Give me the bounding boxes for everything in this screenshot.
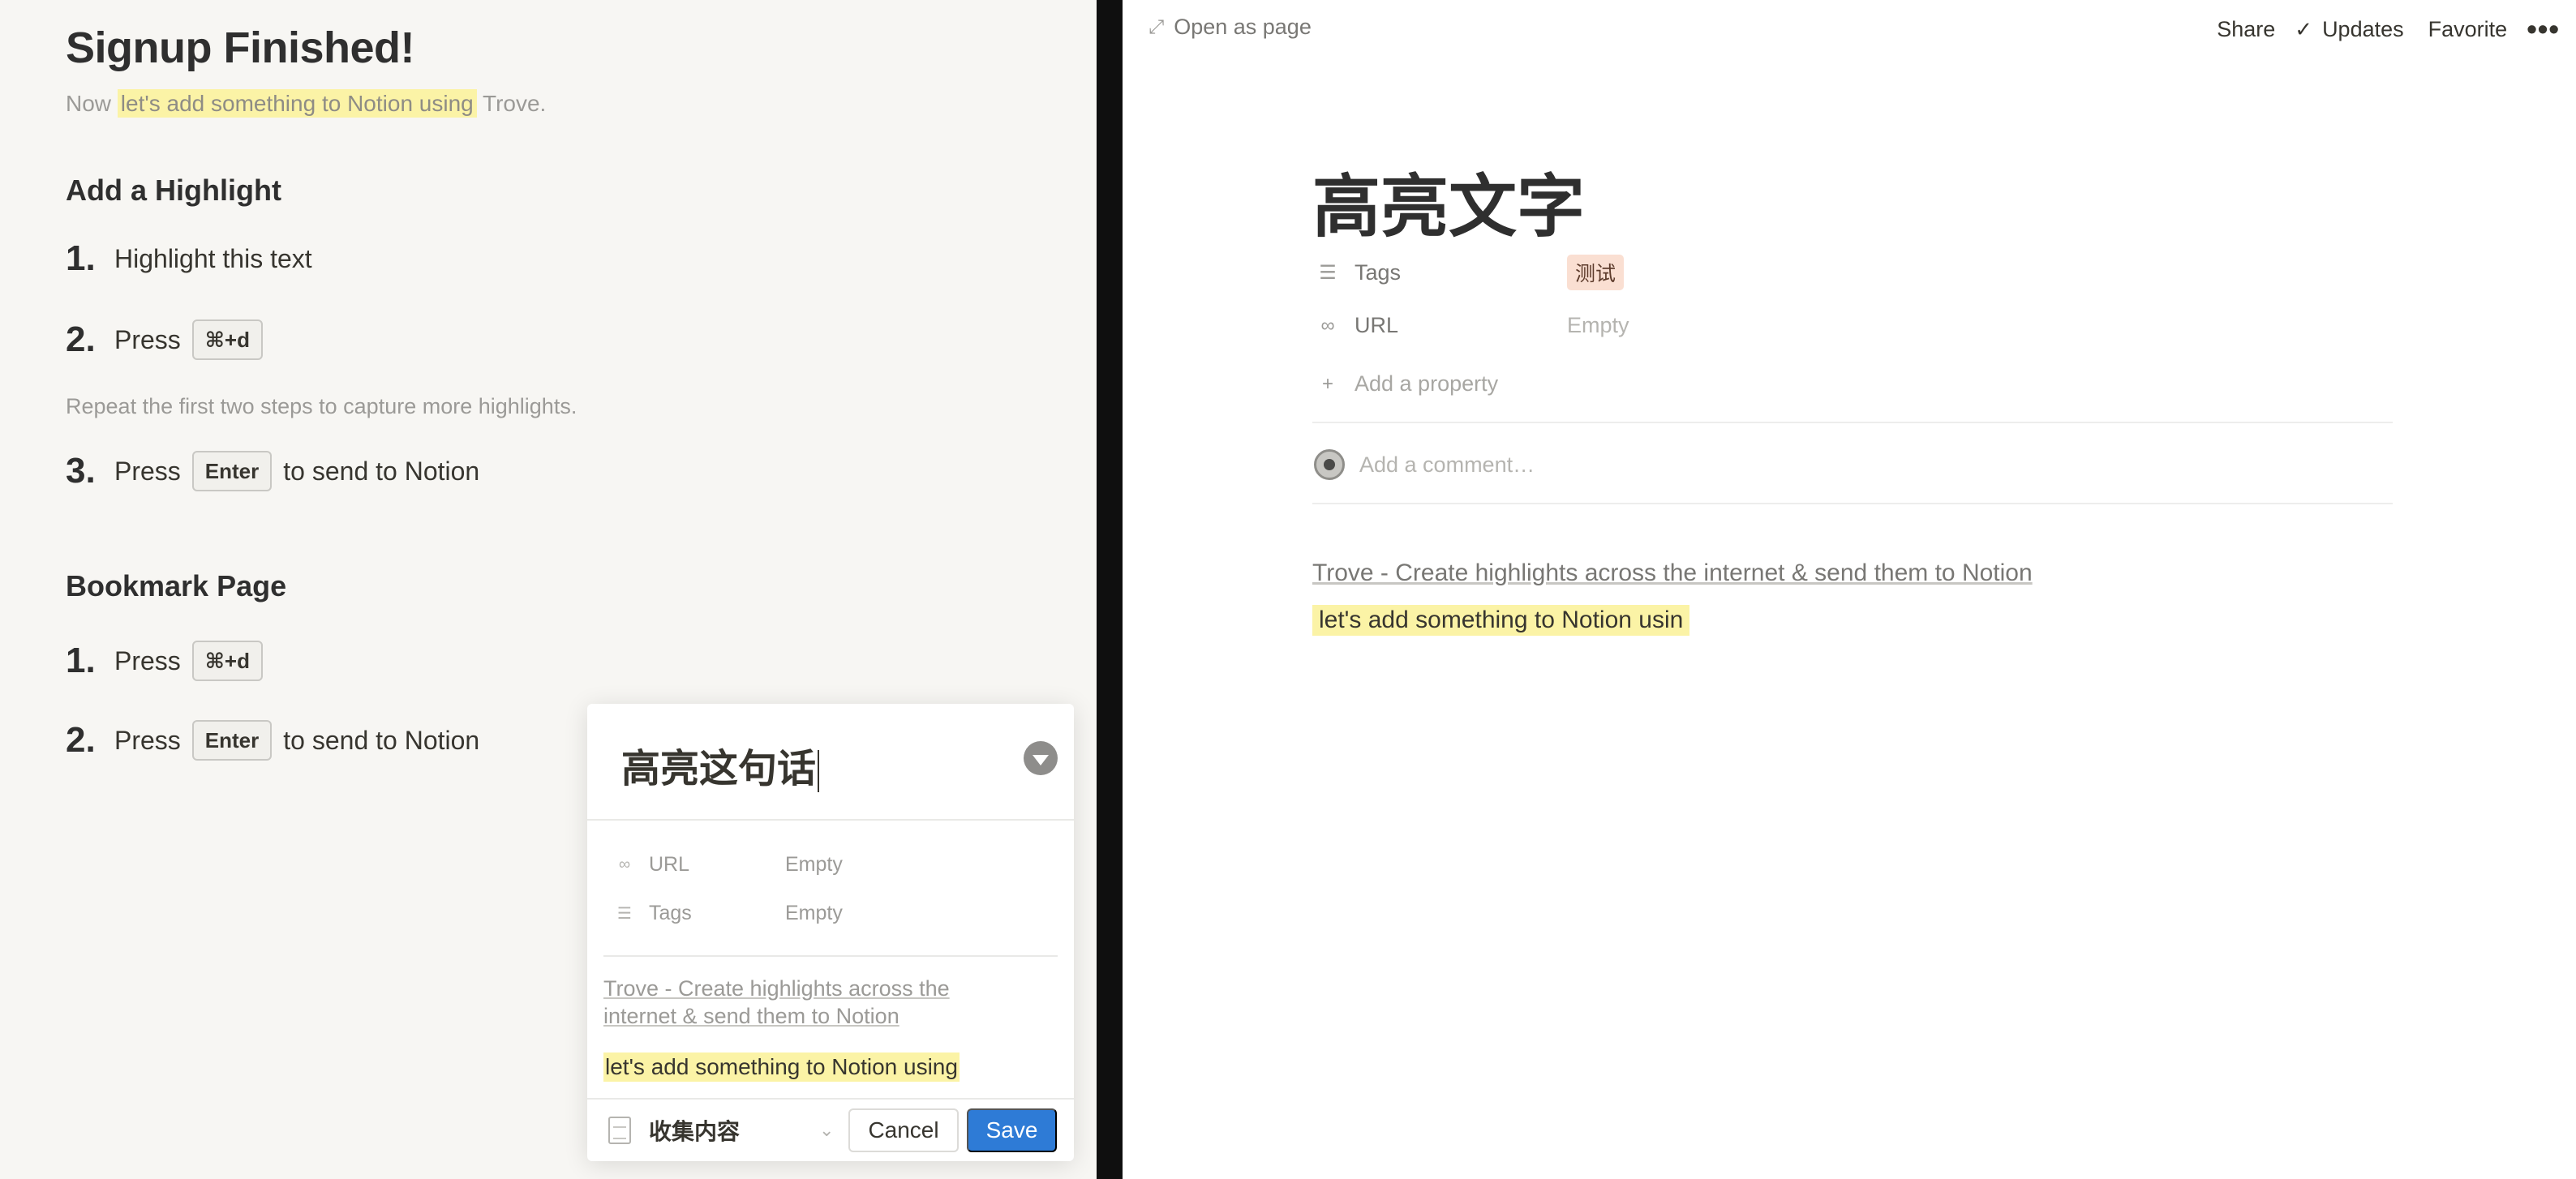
hint-text: Repeat the first two steps to capture mo… <box>66 394 577 418</box>
property-label: URL <box>1355 313 1399 337</box>
source-link[interactable]: Trove - Create highlights across the int… <box>603 975 1009 1030</box>
highlight-quote: let's add something to Notion usin <box>1312 605 1690 636</box>
step-3-highlight: 3. Press Enter to send to Notion <box>66 451 479 491</box>
highlight-title-text: 高亮这句话 <box>621 748 817 791</box>
step-text-after: to send to Notion <box>283 456 480 486</box>
link-icon: ∞ <box>1320 314 1335 337</box>
step-number: 1. <box>66 238 96 278</box>
list-icon: ☰ <box>1319 261 1337 284</box>
options-dropdown-icon[interactable] <box>1024 741 1058 775</box>
step-text: Highlight this text <box>114 243 312 273</box>
database-selector[interactable]: 收集内容 <box>649 1114 819 1147</box>
more-options-icon[interactable]: ••• <box>2527 15 2560 44</box>
property-value: Empty <box>1567 313 1629 337</box>
page-title[interactable]: 高亮文字 <box>1312 152 1585 251</box>
open-as-page-label: Open as page <box>1174 15 1312 39</box>
expand-icon: ⤢ <box>1148 15 1165 38</box>
link-icon: ∞ <box>618 855 631 873</box>
intro-highlight[interactable]: let's add something to Notion using <box>117 89 477 118</box>
property-value: Empty <box>785 853 843 876</box>
text-caret <box>818 750 820 793</box>
section-heading-highlight: Add a Highlight <box>66 174 281 207</box>
divider <box>587 819 1074 821</box>
page-icon <box>608 1117 631 1144</box>
enter-key: Enter <box>191 720 273 761</box>
step-1-bookmark: 1. Press ⌘+d <box>66 641 274 681</box>
highlight-quote: let's add something to Notion using <box>603 1053 960 1082</box>
property-label: URL <box>649 853 690 876</box>
cancel-button[interactable]: Cancel <box>848 1108 959 1152</box>
intro-after: Trove. <box>476 91 547 116</box>
add-property-button[interactable]: + Add a property <box>1316 371 1498 397</box>
divider <box>1312 422 2393 423</box>
topbar: ⤢ Open as page Share ✓ Updates Favorite … <box>1123 0 2576 57</box>
onboarding-panel: Signup Finished! Now let's add something… <box>0 0 1097 1179</box>
intro-before: Now <box>66 91 118 116</box>
open-as-page-button[interactable]: ⤢ Open as page <box>1148 15 1312 40</box>
shortcut-key: ⌘+d <box>191 319 263 360</box>
property-url[interactable]: ∞ URL Empty <box>613 853 843 877</box>
property-value: Empty <box>785 902 843 924</box>
tag-badge[interactable]: 测试 <box>1567 255 1625 290</box>
enter-key: Enter <box>191 451 273 491</box>
panel-divider <box>1097 0 1123 1179</box>
page-title: Signup Finished! <box>66 24 414 72</box>
step-2-bookmark: 2. Press Enter to send to Notion <box>66 720 479 761</box>
avatar <box>1314 449 1345 480</box>
step-2-highlight: 2. Press ⌘+d <box>66 319 274 360</box>
step-text: Press <box>114 456 181 486</box>
shortcut-key: ⌘+d <box>191 641 263 681</box>
property-tags[interactable]: ☰ Tags Empty <box>613 902 843 925</box>
chevron-down-icon[interactable]: ⌄ <box>819 1120 834 1141</box>
step-number: 2. <box>66 319 96 359</box>
save-button[interactable]: Save <box>966 1108 1058 1152</box>
popup-footer: 收集内容 ⌄ Cancel Save <box>587 1098 1074 1161</box>
share-button[interactable]: Share <box>2217 17 2275 42</box>
divider <box>603 955 1058 957</box>
property-label: Tags <box>649 902 692 924</box>
property-tags[interactable]: ☰ Tags 测试 <box>1316 255 1625 290</box>
divider <box>1312 503 2393 504</box>
highlight-title-input[interactable]: 高亮这句话 <box>621 736 820 793</box>
step-number: 2. <box>66 720 96 760</box>
topbar-actions: Share ✓ Updates Favorite ••• <box>2192 15 2560 44</box>
step-text-after: to send to Notion <box>283 725 480 755</box>
property-label: Tags <box>1355 259 1402 285</box>
trove-capture-popup: 高亮这句话 ∞ URL Empty ☰ Tags Empty Trove - C… <box>587 704 1074 1161</box>
step-text: Press <box>114 324 181 354</box>
check-icon: ✓ <box>2295 16 2313 41</box>
favorite-button[interactable]: Favorite <box>2428 17 2508 42</box>
step-text: Press <box>114 645 181 675</box>
source-link[interactable]: Trove - Create highlights across the int… <box>1312 559 2033 587</box>
step-text: Press <box>114 725 181 755</box>
list-icon: ☰ <box>617 905 632 923</box>
property-url[interactable]: ∞ URL Empty <box>1316 313 1629 338</box>
step-number: 1. <box>66 641 96 680</box>
notion-page-panel: ⤢ Open as page Share ✓ Updates Favorite … <box>1123 0 2576 1179</box>
plus-icon: + <box>1321 372 1333 395</box>
step-1-highlight: 1. Highlight this text <box>66 238 312 279</box>
intro-text: Now let's add something to Notion using … <box>66 89 547 118</box>
comment-input[interactable]: Add a comment… <box>1314 449 1535 480</box>
section-heading-bookmark: Bookmark Page <box>66 569 287 602</box>
comment-placeholder: Add a comment… <box>1359 452 1535 477</box>
add-property-label: Add a property <box>1355 371 1499 396</box>
updates-button[interactable]: Updates <box>2322 17 2404 42</box>
step-number: 3. <box>66 451 96 491</box>
